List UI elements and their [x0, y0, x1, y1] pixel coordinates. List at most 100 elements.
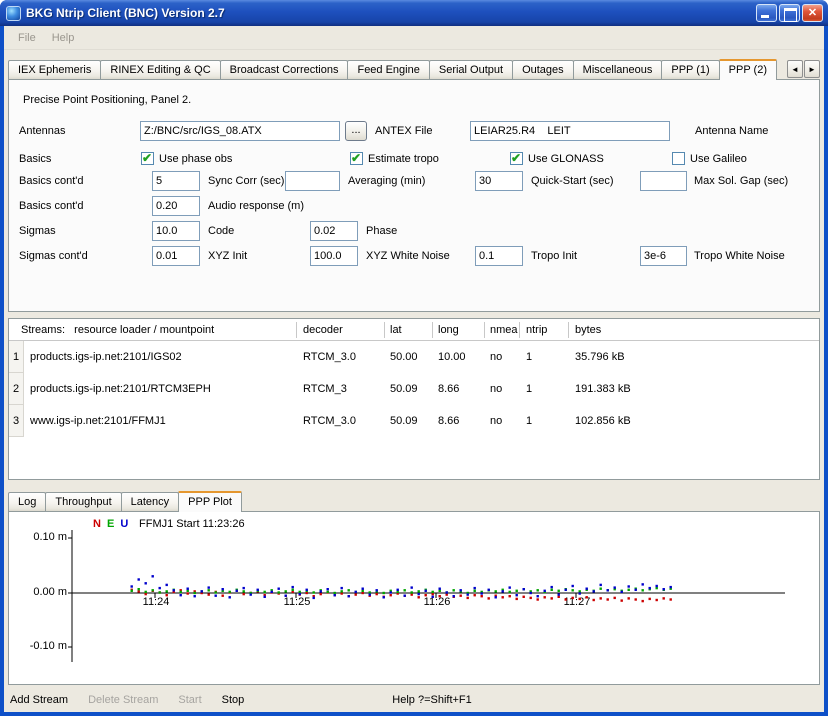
tropo-init-input[interactable] [475, 246, 523, 266]
stream-row[interactable]: 3 www.igs-ip.net:2101/FFMJ1 RTCM_3.0 50.… [9, 405, 819, 437]
tropo-init-label: Tropo Init [531, 245, 577, 267]
stream-row[interactable]: 2 products.igs-ip.net:2101/RTCM3EPH RTCM… [9, 373, 819, 405]
header-bytes: bytes [575, 319, 601, 341]
antenna-name-label: Antenna Name [695, 120, 768, 142]
window-controls [756, 4, 823, 22]
maximize-button[interactable] [779, 4, 800, 22]
bottom-tab-bar: Log Throughput Latency PPP Plot [8, 490, 820, 511]
bnc-window: BKG Ntrip Client (BNC) Version 2.7 File … [0, 0, 828, 716]
menu-help[interactable]: Help [44, 30, 83, 46]
tab-ppp-1[interactable]: PPP (1) [661, 60, 719, 79]
start-button: Start [176, 692, 203, 708]
cell-bytes: 102.856 kB [575, 405, 631, 437]
cell-ntrip: 1 [526, 405, 532, 437]
sync-corr-label: Sync Corr (sec) [208, 170, 284, 192]
stream-row[interactable]: 1 products.igs-ip.net:2101/IGS02 RTCM_3.… [9, 341, 819, 373]
antex-file-input[interactable] [140, 121, 340, 141]
use-phase-obs-label: Use phase obs [159, 148, 232, 170]
delete-stream-button: Delete Stream [86, 692, 160, 708]
tab-scroll-buttons: ◄ ► [787, 60, 820, 78]
tropo-white-noise-label: Tropo White Noise [694, 245, 785, 267]
audio-response-label: Audio response (m) [208, 195, 304, 217]
streams-table-header: Streams: resource loader / mountpoint de… [9, 319, 819, 341]
audio-response-input[interactable] [152, 196, 200, 216]
tab-serial-output[interactable]: Serial Output [429, 60, 513, 79]
minimize-button[interactable] [756, 4, 777, 22]
client-area: File Help IEX Ephemeris RINEX Editing & … [4, 26, 824, 712]
xyz-init-input[interactable] [152, 246, 200, 266]
use-glonass-checkbox[interactable] [510, 152, 523, 165]
antennas-row: Antennas ... ANTEX File Antenna Name [9, 120, 819, 142]
ppp-plot [9, 512, 819, 684]
tab-broadcast-corrections[interactable]: Broadcast Corrections [220, 60, 349, 79]
estimate-tropo-label: Estimate tropo [368, 148, 439, 170]
sigma-code-input[interactable] [152, 221, 200, 241]
sigma-phase-input[interactable] [310, 221, 358, 241]
quick-start-input[interactable] [475, 171, 523, 191]
max-sol-gap-label: Max Sol. Gap (sec) [694, 170, 788, 192]
antex-file-label: ANTEX File [375, 120, 432, 142]
cell-decoder: RTCM_3.0 [303, 341, 356, 373]
header-separator [568, 322, 569, 338]
cell-mountpoint: products.igs-ip.net:2101/RTCM3EPH [30, 373, 211, 405]
tab-scroll-left-icon[interactable]: ◄ [787, 60, 803, 78]
tab-feed-engine[interactable]: Feed Engine [347, 60, 429, 79]
sigmas-contd-label: Sigmas cont'd [19, 245, 88, 267]
basics-contd2-label: Basics cont'd [19, 195, 83, 217]
titlebar[interactable]: BKG Ntrip Client (BNC) Version 2.7 [0, 0, 828, 26]
header-separator [519, 322, 520, 338]
header-separator [384, 322, 385, 338]
header-nmea: nmea [490, 319, 518, 341]
stop-button[interactable]: Stop [220, 692, 247, 708]
cell-long: 10.00 [438, 341, 466, 373]
tab-rinex-editing-qc[interactable]: RINEX Editing & QC [100, 60, 220, 79]
tab-log[interactable]: Log [8, 492, 46, 511]
cell-lat: 50.09 [390, 405, 418, 437]
panel-heading: Precise Point Positioning, Panel 2. [23, 94, 191, 106]
antenna-name-input[interactable] [470, 121, 670, 141]
xyz-init-label: XYZ Init [208, 245, 247, 267]
tab-scroll-right-icon[interactable]: ► [804, 60, 820, 78]
tab-ppp-plot[interactable]: PPP Plot [178, 491, 242, 512]
sigmas-contd-row: Sigmas cont'd XYZ Init XYZ White Noise T… [9, 245, 819, 267]
menu-file[interactable]: File [10, 30, 44, 46]
tab-miscellaneous[interactable]: Miscellaneous [573, 60, 663, 79]
cell-ntrip: 1 [526, 373, 532, 405]
basics-contd-label: Basics cont'd [19, 170, 83, 192]
header-ntrip: ntrip [526, 319, 547, 341]
add-stream-button[interactable]: Add Stream [8, 692, 70, 708]
row-number: 3 [9, 405, 24, 437]
cell-bytes: 35.796 kB [575, 341, 625, 373]
menu-bar: File Help [4, 26, 824, 50]
basics-label: Basics [19, 148, 51, 170]
xyz-white-noise-input[interactable] [310, 246, 358, 266]
basics-contd-row: Basics cont'd Sync Corr (sec) Averaging … [9, 170, 819, 192]
cell-long: 8.66 [438, 373, 459, 405]
tropo-white-noise-input[interactable] [640, 246, 687, 266]
ppp-plot-panel: N E U FFMJ1 Start 11:23:26 0.10 m 0.00 m… [8, 511, 820, 685]
basics-contd2-row: Basics cont'd Audio response (m) [9, 195, 819, 217]
header-mountpoint: Streams: resource loader / mountpoint [21, 319, 214, 341]
xyz-white-noise-label: XYZ White Noise [366, 245, 450, 267]
estimate-tropo-checkbox[interactable] [350, 152, 363, 165]
sigma-phase-label: Phase [366, 220, 397, 242]
use-galileo-checkbox[interactable] [672, 152, 685, 165]
cell-lat: 50.09 [390, 373, 418, 405]
tab-outages[interactable]: Outages [512, 60, 574, 79]
use-phase-obs-checkbox[interactable] [141, 152, 154, 165]
streams-table: Streams: resource loader / mountpoint de… [8, 318, 820, 480]
averaging-label: Averaging (min) [348, 170, 425, 192]
tab-latency[interactable]: Latency [121, 492, 180, 511]
close-button[interactable] [802, 4, 823, 22]
tab-iex-ephemeris[interactable]: IEX Ephemeris [8, 60, 101, 79]
quick-start-label: Quick-Start (sec) [531, 170, 614, 192]
max-sol-gap-input[interactable] [640, 171, 687, 191]
basics-row: Basics Use phase obs Estimate tropo Use … [9, 148, 819, 170]
cell-bytes: 191.383 kB [575, 373, 631, 405]
tab-ppp-2[interactable]: PPP (2) [719, 59, 777, 80]
antex-browse-button[interactable]: ... [345, 121, 367, 141]
averaging-input[interactable] [285, 171, 340, 191]
tab-throughput[interactable]: Throughput [45, 492, 121, 511]
sync-corr-input[interactable] [152, 171, 200, 191]
cell-decoder: RTCM_3 [303, 373, 347, 405]
